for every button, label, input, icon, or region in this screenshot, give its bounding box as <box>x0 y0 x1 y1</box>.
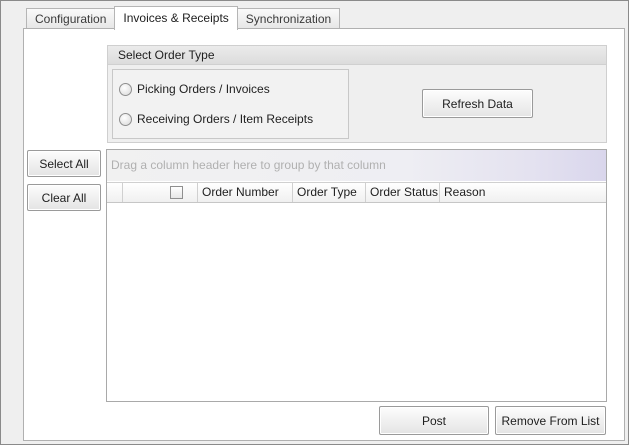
radio-label: Receiving Orders / Item Receipts <box>137 112 314 126</box>
column-header-order-number[interactable]: Order Number <box>198 183 293 202</box>
group-by-panel[interactable]: Drag a column header here to group by th… <box>107 150 606 181</box>
radio-receiving-orders[interactable]: Receiving Orders / Item Receipts <box>119 112 313 126</box>
order-type-radio-panel: Picking Orders / Invoices Receiving Orde… <box>112 69 349 139</box>
groupbox-title: Select Order Type <box>108 46 606 65</box>
tab-strip: Configuration Invoices & Receipts Synchr… <box>26 6 341 30</box>
select-order-type-group: Select Order Type Picking Orders / Invoi… <box>107 45 607 143</box>
tab-synchronization[interactable]: Synchronization <box>236 8 341 29</box>
radio-label: Picking Orders / Invoices <box>137 82 270 96</box>
tab-invoices-receipts[interactable]: Invoices & Receipts <box>114 6 238 30</box>
window-frame: Configuration Invoices & Receipts Synchr… <box>0 0 629 445</box>
radio-circle-icon[interactable] <box>119 82 132 96</box>
refresh-data-button[interactable]: Refresh Data <box>422 89 533 118</box>
select-all-button[interactable]: Select All <box>27 150 101 177</box>
orders-grid[interactable]: Drag a column header here to group by th… <box>106 149 607 402</box>
column-header-order-status[interactable]: Order Status <box>366 183 440 202</box>
column-header-reason[interactable]: Reason <box>440 183 606 202</box>
select-column-header[interactable] <box>123 183 198 202</box>
invoices-receipts-page: Select Order Type Picking Orders / Invoi… <box>23 28 625 441</box>
column-header-order-type[interactable]: Order Type <box>293 183 366 202</box>
remove-from-list-button[interactable]: Remove From List <box>495 406 606 435</box>
row-indicator-header <box>107 183 123 202</box>
grid-header-row: Order Number Order Type Order Status Rea… <box>107 182 606 203</box>
clear-all-button[interactable]: Clear All <box>27 184 101 211</box>
tab-configuration[interactable]: Configuration <box>26 8 116 29</box>
select-all-checkbox[interactable] <box>170 186 183 199</box>
radio-picking-orders[interactable]: Picking Orders / Invoices <box>119 82 270 96</box>
post-button[interactable]: Post <box>379 406 489 435</box>
radio-circle-icon[interactable] <box>119 112 132 126</box>
